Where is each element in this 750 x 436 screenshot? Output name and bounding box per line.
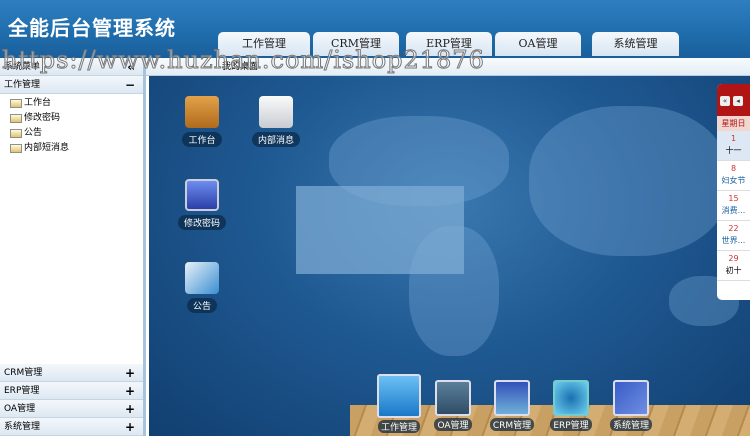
day-number: 15: [728, 194, 739, 203]
icon-label: 修改密码: [177, 215, 226, 230]
dock-label: ERP管理: [550, 418, 592, 431]
plus-icon[interactable]: +: [125, 418, 135, 436]
day-note: 消费...: [721, 206, 746, 215]
group-label: ERP管理: [4, 386, 40, 396]
notice-icon: [185, 262, 219, 294]
group-work[interactable]: 工作管理 −: [0, 76, 143, 94]
sidebar-title-text: 系统菜单: [4, 62, 41, 72]
day-number: 22: [728, 224, 739, 233]
page-icon: [10, 114, 22, 123]
group-label: CRM管理: [4, 368, 43, 378]
prev-year-button[interactable]: «: [720, 96, 730, 106]
sidebar-title: 系统菜单 «: [0, 58, 143, 76]
sidebar-item-messages[interactable]: 内部短消息: [0, 141, 143, 156]
day-note: 世界...: [721, 236, 746, 245]
header: 全能后台管理系统 工作管理 CRM管理 ERP管理 OA管理 系统管理: [0, 0, 750, 58]
day-note: 妇女节: [721, 176, 746, 185]
folder-icon: [185, 96, 219, 128]
calendar-day[interactable]: 8 妇女节: [717, 161, 750, 191]
weekday-header: 星期日: [717, 116, 750, 131]
group-system[interactable]: 系统管理 +: [0, 418, 143, 436]
collapse-icon[interactable]: «: [127, 58, 135, 76]
group-oa[interactable]: OA管理 +: [0, 400, 143, 418]
desktop-icon-change-password[interactable]: 修改密码: [172, 179, 232, 230]
app-title: 全能后台管理系统: [8, 16, 176, 40]
sidebar: 系统菜单 « 工作管理 − 工作台 修改密码 公告 内部短消息 CRM管理 + ERP…: [0, 58, 146, 436]
breadcrumb: 我的桌面: [146, 58, 750, 76]
sidebar-item-workbench[interactable]: 工作台: [0, 96, 143, 111]
item-label: 公告: [24, 128, 43, 138]
tab-system[interactable]: 系统管理: [592, 32, 679, 56]
calendar-day[interactable]: 29 初十: [717, 251, 750, 281]
calendar-day[interactable]: 1 十一: [717, 131, 750, 161]
user-icon: [494, 380, 530, 416]
group-label: 系统管理: [4, 422, 41, 432]
desktop-icon-notice[interactable]: 公告: [172, 262, 232, 313]
prev-month-button[interactable]: ◂: [733, 96, 743, 106]
sidebar-item-notice[interactable]: 公告: [0, 126, 143, 141]
overlay-panel: [296, 186, 464, 274]
dock-oa[interactable]: OA管理: [428, 380, 478, 431]
group-erp[interactable]: ERP管理 +: [0, 382, 143, 400]
page-icon: [10, 99, 22, 108]
plus-icon[interactable]: +: [125, 364, 135, 382]
refresh-icon: [553, 380, 589, 416]
page-icon: [10, 144, 22, 153]
item-label: 内部短消息: [24, 143, 70, 153]
mail-icon: [259, 96, 293, 128]
desktop-icon-messages[interactable]: 内部消息: [246, 96, 306, 147]
day-number: 1: [730, 134, 737, 143]
dock-erp[interactable]: ERP管理: [546, 380, 596, 431]
dock-crm[interactable]: CRM管理: [487, 380, 537, 431]
calendar-day[interactable]: 15 消费...: [717, 191, 750, 221]
icon-label: 公告: [186, 298, 217, 313]
breadcrumb-text: 我的桌面: [222, 62, 259, 72]
day-number: 29: [728, 254, 739, 263]
calendar-day[interactable]: 22 世界...: [717, 221, 750, 251]
group-label: OA管理: [4, 404, 36, 414]
desktop-icon-workbench[interactable]: 工作台: [172, 96, 232, 147]
lock-icon: [185, 179, 219, 211]
tab-crm[interactable]: CRM管理: [313, 32, 399, 56]
sidebar-item-change-password[interactable]: 修改密码: [0, 111, 143, 126]
map-continent: [529, 106, 729, 256]
tab-erp[interactable]: ERP管理: [406, 32, 492, 56]
day-note: 初十: [725, 266, 742, 275]
plus-icon[interactable]: +: [125, 400, 135, 418]
icon-label: 工作台: [182, 132, 222, 147]
dock-label: CRM管理: [489, 418, 535, 431]
group-crm[interactable]: CRM管理 +: [0, 364, 143, 382]
dock-label: OA管理: [434, 418, 472, 431]
tab-oa[interactable]: OA管理: [495, 32, 581, 56]
tools-icon: [613, 380, 649, 416]
day-number: 8: [730, 164, 737, 173]
dock-label: 系统管理: [609, 418, 652, 431]
item-label: 工作台: [24, 98, 52, 108]
tab-work[interactable]: 工作管理: [218, 32, 310, 56]
minus-icon[interactable]: −: [125, 76, 135, 94]
icon-label: 内部消息: [251, 132, 300, 147]
home-icon: [377, 374, 421, 418]
dock-work[interactable]: 工作管理: [374, 374, 424, 433]
day-note: 十一: [725, 146, 742, 155]
page-icon: [10, 129, 22, 138]
plus-icon[interactable]: +: [125, 382, 135, 400]
dock-label: 工作管理: [377, 420, 420, 433]
document-icon: [435, 380, 471, 416]
group-label: 工作管理: [4, 80, 41, 90]
calendar-widget: «◂ 星期日 1 十一 8 妇女节 15 消费... 22 世界... 29 初十: [717, 84, 750, 300]
dock-system[interactable]: 系统管理: [606, 380, 656, 431]
item-label: 修改密码: [24, 113, 61, 123]
